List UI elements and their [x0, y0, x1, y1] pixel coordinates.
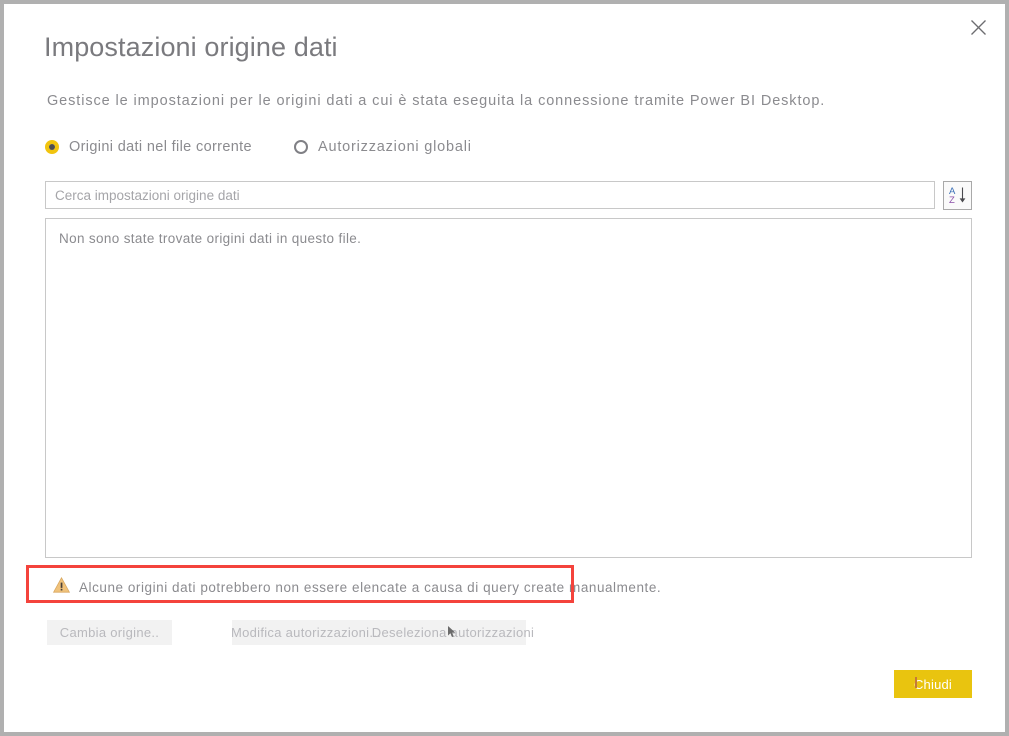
empty-list-message: Non sono state trovate origini dati in q…	[59, 231, 362, 246]
page-subtitle: Gestisce le impostazioni per le origini …	[47, 93, 826, 109]
svg-text:Z: Z	[949, 195, 955, 204]
warning-row: Alcune origini dati potrebbero non esser…	[52, 576, 662, 598]
action-button-row: Cambia origine.. Modifica autorizzazioni…	[47, 620, 534, 645]
warning-triangle-icon	[52, 576, 71, 598]
warning-text: Alcune origini dati potrebbero non esser…	[79, 580, 662, 595]
close-window-button[interactable]	[955, 8, 1001, 46]
sort-az-button[interactable]: A Z	[943, 181, 972, 210]
close-icon	[970, 19, 987, 36]
data-source-settings-dialog: Impostazioni origine dati Gestisce le im…	[0, 0, 1009, 736]
radio-label-global-permissions: Autorizzazioni globali	[317, 139, 472, 155]
radio-selected-icon	[45, 140, 59, 154]
radio-option-global-permissions[interactable]: Autorizzazioni globali	[293, 139, 472, 155]
clear-permissions-button[interactable]: Deseleziona autorizzazioni	[372, 620, 534, 645]
radio-option-current-file[interactable]: Origini dati nel file corrente	[45, 139, 252, 155]
page-title: Impostazioni origine dati	[44, 32, 338, 62]
change-source-button[interactable]: Cambia origine..	[47, 620, 172, 645]
radio-label-current-file: Origini dati nel file corrente	[69, 139, 252, 155]
edit-permissions-button[interactable]: Modifica autorizzazioni...	[231, 620, 381, 645]
scope-radio-group: Origini dati nel file corrente Autorizza…	[45, 139, 472, 155]
search-row: A Z	[45, 181, 972, 210]
search-input[interactable]	[45, 181, 935, 209]
sort-az-icon: A Z	[948, 185, 967, 207]
radio-unselected-icon	[293, 140, 308, 154]
close-dialog-button[interactable]: Chiudi	[894, 670, 972, 698]
datasource-listbox[interactable]: Non sono state trovate origini dati in q…	[45, 218, 972, 558]
